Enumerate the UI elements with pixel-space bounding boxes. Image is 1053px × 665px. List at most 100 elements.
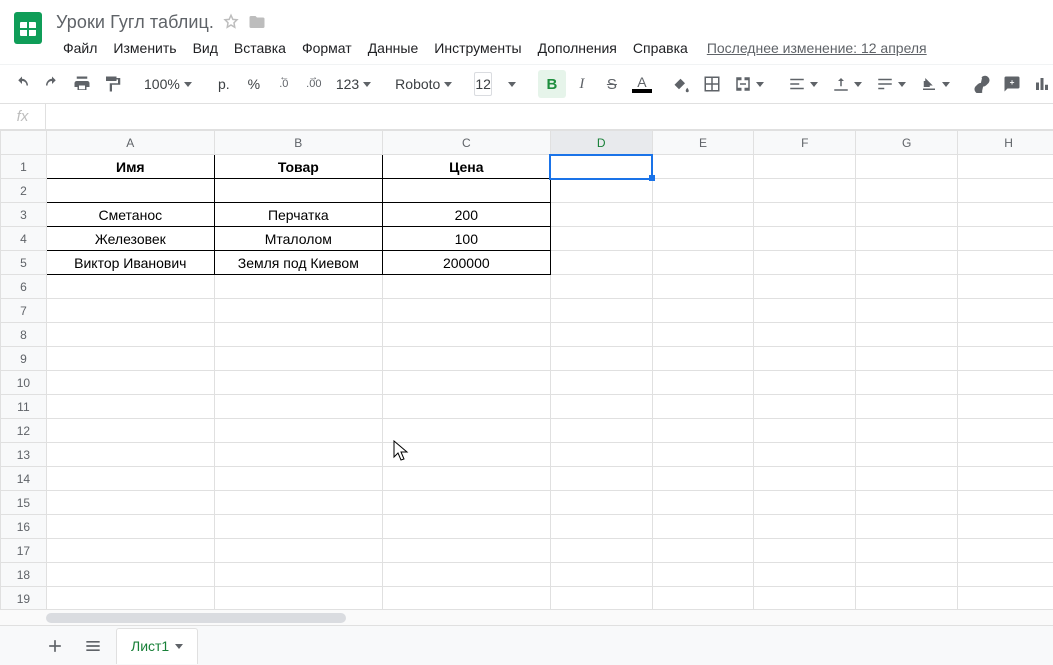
h-scrollbar[interactable] xyxy=(0,609,1053,625)
cell[interactable] xyxy=(652,515,754,539)
cell[interactable] xyxy=(958,179,1053,203)
cell[interactable] xyxy=(652,347,754,371)
h-scroll-thumb[interactable] xyxy=(46,613,346,623)
increase-decimal-button[interactable]: .00→ xyxy=(300,70,328,98)
cell[interactable] xyxy=(214,395,382,419)
cell[interactable] xyxy=(754,395,856,419)
cell[interactable] xyxy=(856,251,958,275)
column-header-C[interactable]: C xyxy=(382,131,550,155)
cell[interactable] xyxy=(652,251,754,275)
cell[interactable] xyxy=(754,563,856,587)
cell[interactable] xyxy=(856,155,958,179)
sheet-tab-1[interactable]: Лист1 xyxy=(116,628,198,664)
cell[interactable] xyxy=(652,323,754,347)
cell[interactable] xyxy=(46,587,214,611)
print-button[interactable] xyxy=(68,70,96,98)
cell[interactable] xyxy=(652,491,754,515)
cell[interactable] xyxy=(958,251,1053,275)
wrap-button[interactable] xyxy=(870,70,912,98)
cell[interactable] xyxy=(856,395,958,419)
cell[interactable] xyxy=(46,371,214,395)
sheet-table[interactable]: ABCDEFGH 1ИмяТоварЦена23СметаносПерчатка… xyxy=(0,130,1053,625)
cell[interactable] xyxy=(754,203,856,227)
bold-button[interactable]: B xyxy=(538,70,566,98)
cell[interactable] xyxy=(214,299,382,323)
cell[interactable] xyxy=(856,491,958,515)
cell[interactable] xyxy=(856,539,958,563)
cell[interactable] xyxy=(652,155,754,179)
cell[interactable] xyxy=(652,227,754,251)
cell[interactable] xyxy=(550,443,652,467)
cell[interactable] xyxy=(754,515,856,539)
cell[interactable] xyxy=(652,395,754,419)
row-header[interactable]: 13 xyxy=(1,443,47,467)
last-change-link[interactable]: Последнее изменение: 12 апреля xyxy=(707,40,927,56)
cell[interactable] xyxy=(856,179,958,203)
row-header[interactable]: 9 xyxy=(1,347,47,371)
cell[interactable] xyxy=(46,443,214,467)
cell[interactable] xyxy=(652,467,754,491)
cell[interactable] xyxy=(550,275,652,299)
row-header[interactable]: 3 xyxy=(1,203,47,227)
font-size-chevron[interactable] xyxy=(498,70,526,98)
cell[interactable] xyxy=(958,227,1053,251)
cell[interactable] xyxy=(958,395,1053,419)
cell[interactable]: 200000 xyxy=(382,251,550,275)
cell[interactable] xyxy=(382,419,550,443)
cell[interactable] xyxy=(958,563,1053,587)
doc-title[interactable]: Уроки Гугл таблиц. xyxy=(56,12,214,33)
cell[interactable] xyxy=(958,275,1053,299)
cell[interactable] xyxy=(214,419,382,443)
cell[interactable] xyxy=(856,587,958,611)
add-sheet-button[interactable] xyxy=(40,631,70,661)
cell[interactable] xyxy=(958,299,1053,323)
italic-button[interactable]: I xyxy=(568,70,596,98)
menu-tools[interactable]: Инструменты xyxy=(427,38,528,58)
cell[interactable] xyxy=(754,539,856,563)
merge-cells-button[interactable] xyxy=(728,70,770,98)
cell[interactable] xyxy=(550,323,652,347)
row-header[interactable]: 19 xyxy=(1,587,47,611)
select-all-corner[interactable] xyxy=(1,131,47,155)
cell[interactable]: Железовек xyxy=(46,227,214,251)
cell[interactable] xyxy=(550,203,652,227)
font-size-box[interactable]: 12 xyxy=(474,72,492,96)
cell[interactable] xyxy=(754,419,856,443)
cell[interactable] xyxy=(46,179,214,203)
cell[interactable] xyxy=(382,179,550,203)
formula-input[interactable] xyxy=(46,104,1053,129)
row-header[interactable]: 5 xyxy=(1,251,47,275)
cell[interactable] xyxy=(754,491,856,515)
cell[interactable]: 200 xyxy=(382,203,550,227)
cell[interactable] xyxy=(856,515,958,539)
menu-data[interactable]: Данные xyxy=(361,38,426,58)
cell[interactable] xyxy=(214,467,382,491)
cell[interactable] xyxy=(754,155,856,179)
row-header[interactable]: 8 xyxy=(1,323,47,347)
cell[interactable] xyxy=(856,323,958,347)
star-icon[interactable] xyxy=(222,13,240,31)
row-header[interactable]: 1 xyxy=(1,155,47,179)
cell[interactable]: 100 xyxy=(382,227,550,251)
cell[interactable] xyxy=(46,347,214,371)
row-header[interactable]: 2 xyxy=(1,179,47,203)
cell[interactable] xyxy=(214,491,382,515)
cell[interactable] xyxy=(550,539,652,563)
row-header[interactable]: 15 xyxy=(1,491,47,515)
cell[interactable] xyxy=(382,347,550,371)
cell[interactable] xyxy=(856,227,958,251)
cell[interactable] xyxy=(382,275,550,299)
chart-button[interactable] xyxy=(1028,70,1053,98)
row-header[interactable]: 6 xyxy=(1,275,47,299)
cell[interactable] xyxy=(550,419,652,443)
undo-button[interactable] xyxy=(8,70,36,98)
cell[interactable] xyxy=(382,443,550,467)
cell[interactable] xyxy=(652,275,754,299)
cell[interactable] xyxy=(652,539,754,563)
cell[interactable] xyxy=(382,323,550,347)
cell[interactable] xyxy=(214,515,382,539)
h-align-button[interactable] xyxy=(782,70,824,98)
cell[interactable] xyxy=(550,395,652,419)
cell[interactable] xyxy=(550,347,652,371)
row-header[interactable]: 17 xyxy=(1,539,47,563)
